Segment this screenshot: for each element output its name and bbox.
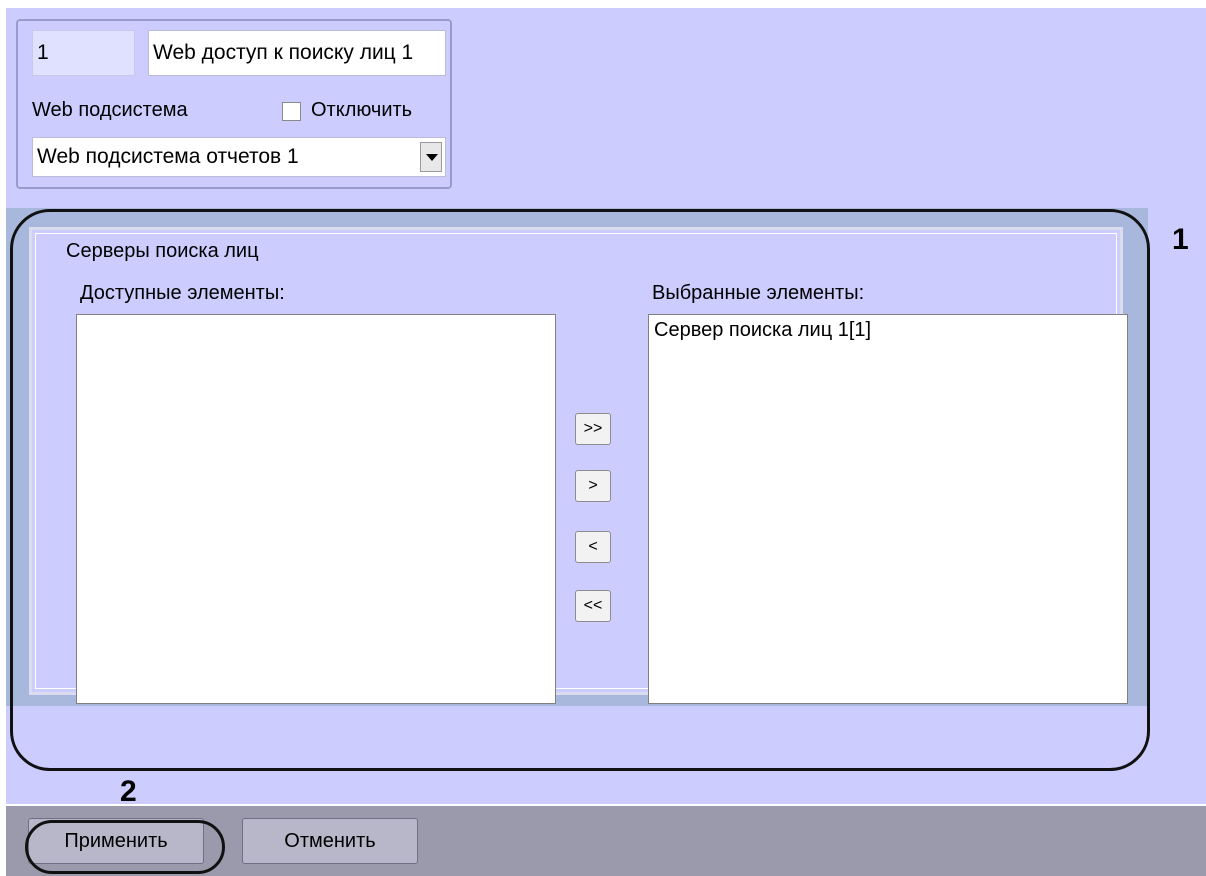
chevron-down-icon[interactable] (420, 142, 442, 172)
disable-label[interactable]: Отключить (311, 99, 412, 122)
annotation-outline-1 (10, 209, 1150, 771)
annotation-outline-2 (25, 820, 225, 874)
cancel-button[interactable]: Отменить (242, 818, 418, 864)
object-header-panel: 1 Web доступ к поиску лиц 1 Web подсисте… (16, 19, 452, 189)
annotation-marker-1: 1 (1172, 223, 1189, 256)
subsystem-select[interactable]: Web подсистема отчетов 1 (32, 137, 446, 177)
object-name-field[interactable]: Web доступ к поиску лиц 1 (148, 30, 446, 76)
subsystem-select-value: Web подсистема отчетов 1 (37, 145, 299, 168)
disable-checkbox[interactable] (282, 102, 301, 121)
annotation-marker-2: 2 (120, 775, 137, 808)
subsystem-label: Web подсистема (32, 99, 188, 121)
object-id-field[interactable]: 1 (32, 30, 135, 76)
